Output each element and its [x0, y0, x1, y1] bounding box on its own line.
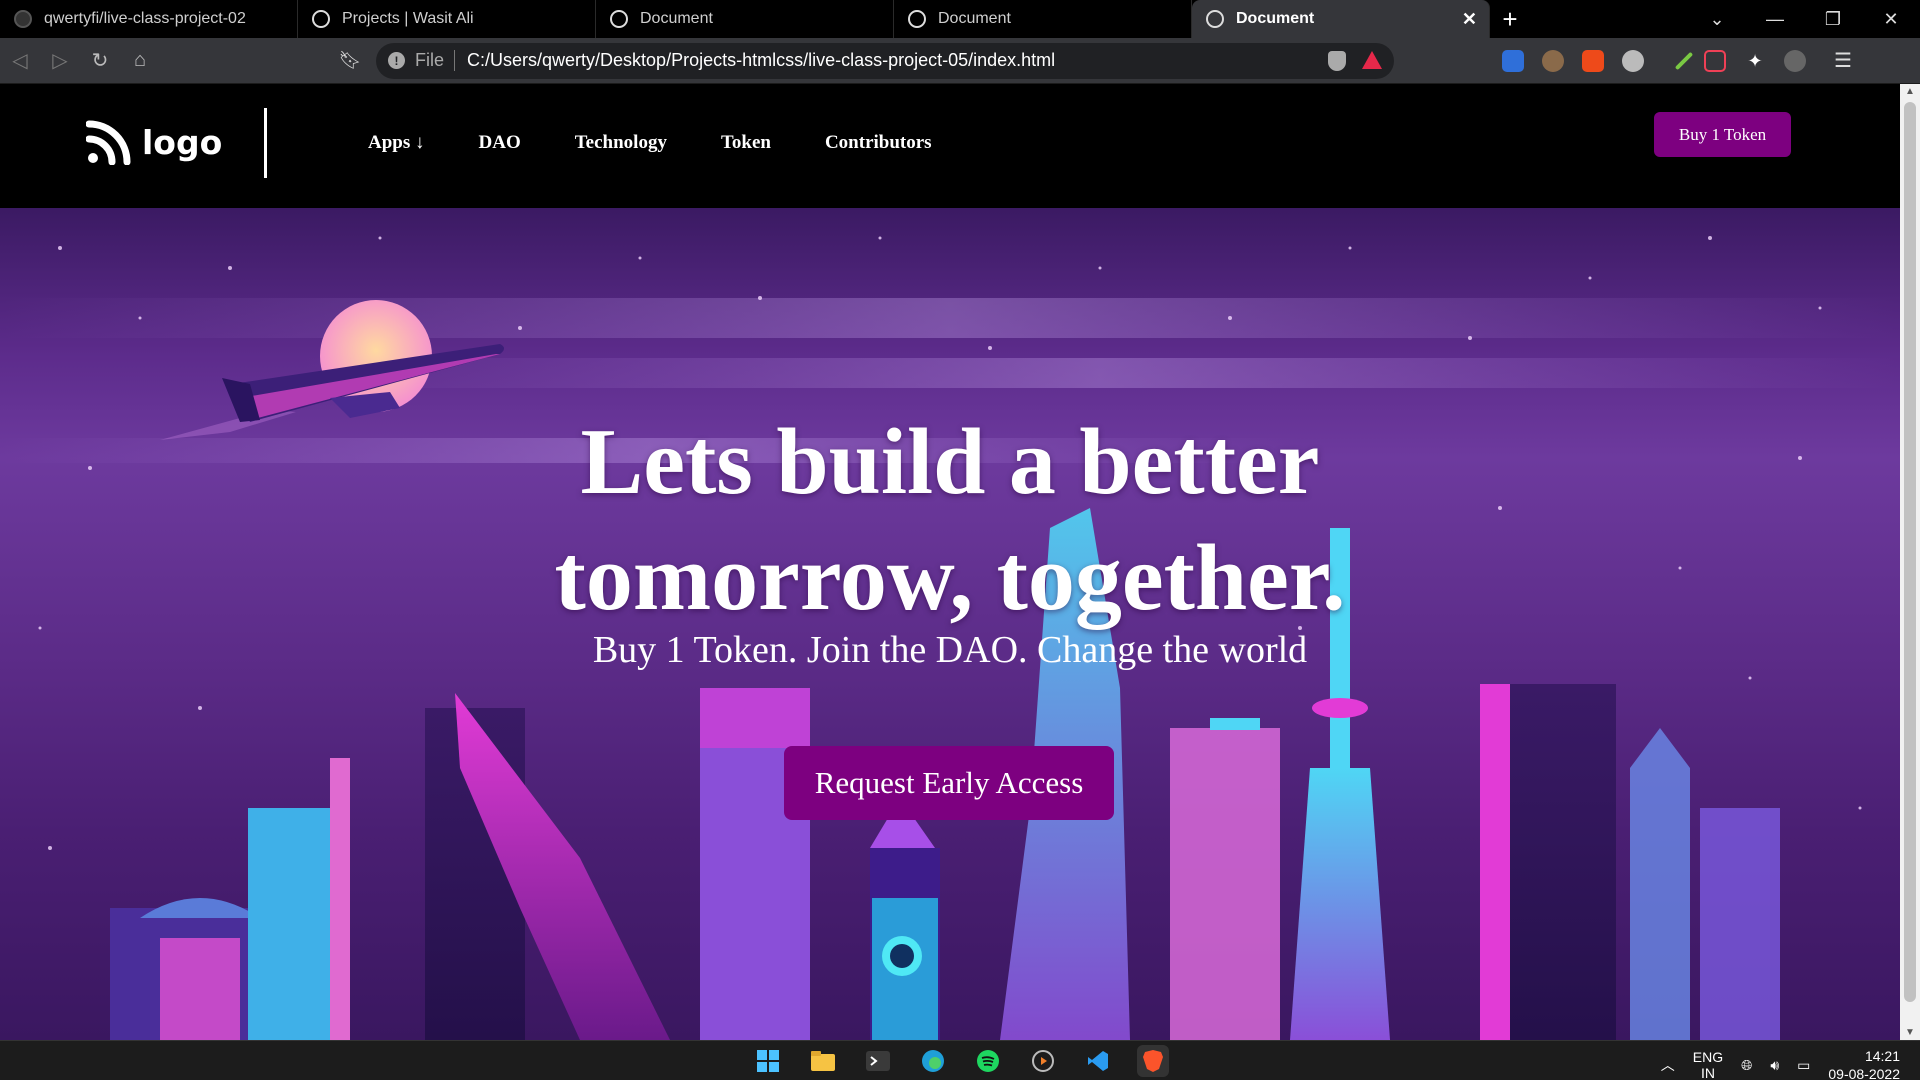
brave-shields-icon[interactable] [1328, 50, 1346, 71]
battery-icon[interactable]: ▭ [1797, 1057, 1810, 1074]
bookmark-icon[interactable]: 🔖︎ [330, 50, 370, 71]
new-tab-button[interactable]: + [1490, 0, 1530, 38]
hero-title: Lets build a better tomorrow, together. [0, 404, 1900, 636]
windows-start-icon[interactable] [752, 1045, 784, 1077]
pocket-icon[interactable] [1704, 49, 1726, 72]
clock-time: 14:21 [1864, 1048, 1900, 1064]
network-icon[interactable]: 🌐︎ [1741, 1057, 1752, 1074]
page-scrollbar[interactable]: ▲ ▼ [1900, 84, 1920, 1040]
back-icon[interactable]: ◁ [0, 48, 40, 73]
terminal-icon[interactable] [862, 1045, 894, 1077]
address-bar[interactable]: ! File C:/Users/qwerty/Desktop/Projects-… [376, 42, 1394, 79]
nav-link-technology[interactable]: Technology [575, 132, 667, 154]
close-window-icon[interactable]: ✕ [1862, 9, 1920, 30]
site-info-icon[interactable]: ! [388, 52, 405, 69]
home-icon[interactable]: ⌂ [120, 49, 160, 72]
request-early-access-button[interactable]: Request Early Access [784, 746, 1114, 820]
brave-browser-icon[interactable] [1137, 1045, 1169, 1077]
browser-tab-strip: qwertyfi/live-class-project-02 Projects … [0, 0, 1920, 38]
media-player-icon[interactable] [1027, 1045, 1059, 1077]
browser-tab[interactable]: qwertyfi/live-class-project-02 [0, 0, 298, 38]
browser-tab[interactable]: Document [894, 0, 1192, 38]
windows-taskbar: ︿ ENG IN 🌐︎ 🔊︎ ▭ 14:21 09-08-2022 [0, 1040, 1920, 1080]
logo-text: logo [142, 122, 223, 162]
extension-icon[interactable] [1582, 49, 1604, 72]
tab-title: Document [938, 10, 1011, 27]
hero-title-line1: Lets build a better [580, 410, 1320, 514]
puzzle-icon[interactable]: ✦ [1744, 49, 1766, 72]
nav-link-token[interactable]: Token [721, 132, 771, 154]
extensions-area: ✦ ☰ [1502, 48, 1852, 73]
forward-icon[interactable]: ▷ [40, 48, 80, 73]
scroll-down-icon[interactable]: ▼ [1900, 1027, 1920, 1038]
nav-divider [264, 108, 267, 178]
nav-link-dao[interactable]: DAO [479, 132, 521, 154]
volume-icon[interactable]: 🔊︎ [1770, 1057, 1779, 1074]
extension-icon[interactable] [1502, 49, 1524, 72]
menu-icon[interactable]: ☰ [1834, 48, 1852, 73]
extension-icon[interactable] [1622, 49, 1644, 72]
reload-icon[interactable]: ↻ [80, 48, 120, 73]
browser-tab[interactable]: Projects | Wasit Ali [298, 0, 596, 38]
globe-icon [1206, 10, 1224, 28]
nav-link-contributors[interactable]: Contributors [825, 132, 932, 154]
logo[interactable]: logo [86, 119, 222, 165]
browser-tab-active[interactable]: Document ✕ [1192, 0, 1490, 38]
hero-subtitle: Buy 1 Token. Join the DAO. Change the wo… [592, 629, 1308, 671]
globe-icon [610, 10, 628, 28]
hero-section: Lets build a better tomorrow, together. … [0, 208, 1900, 1040]
spotify-icon[interactable] [972, 1045, 1004, 1077]
buy-token-button[interactable]: Buy 1 Token [1654, 112, 1791, 157]
tray-overflow-icon[interactable]: ︿ [1661, 1055, 1675, 1075]
restore-icon[interactable]: ❐ [1804, 9, 1862, 30]
region-code: IN [1700, 1065, 1715, 1080]
vscode-icon[interactable] [1082, 1045, 1114, 1077]
tab-title: Document [1236, 10, 1315, 27]
extension-icon[interactable] [1674, 51, 1694, 70]
clock-date: 09-08-2022 [1828, 1066, 1900, 1080]
tab-search-icon[interactable]: ⌄ [1688, 9, 1746, 30]
tab-title: Projects | Wasit Ali [342, 10, 474, 27]
edge-browser-icon[interactable] [917, 1045, 949, 1077]
rss-logo-icon [86, 120, 131, 165]
language-code: ENG [1692, 1049, 1724, 1065]
globe-icon [908, 10, 926, 28]
taskbar-apps [752, 1045, 1169, 1077]
site-header: logo Apps ↓ DAO Technology Token Contrib… [0, 84, 1900, 208]
clock[interactable]: 14:21 09-08-2022 [1828, 1047, 1900, 1080]
brave-rewards-icon[interactable] [1362, 50, 1382, 69]
main-nav: Apps ↓ DAO Technology Token Contributors [368, 132, 932, 154]
globe-icon [312, 10, 330, 28]
scroll-up-icon[interactable]: ▲ [1900, 86, 1920, 97]
close-tab-icon[interactable]: ✕ [1462, 9, 1477, 30]
browser-toolbar: ◁ ▷ ↻ ⌂ 🔖︎ ! File C:/Users/qwerty/Deskto… [0, 38, 1920, 84]
extension-icon[interactable] [1542, 49, 1564, 72]
url-text[interactable]: C:/Users/qwerty/Desktop/Projects-htmlcss… [467, 50, 1055, 71]
url-scheme: File [415, 50, 456, 71]
tab-title: Document [640, 10, 713, 27]
profile-avatar[interactable] [1784, 49, 1806, 72]
scroll-thumb[interactable] [1904, 102, 1916, 1002]
language-indicator[interactable]: ENG IN [1693, 1049, 1723, 1080]
system-tray: ︿ ENG IN 🌐︎ 🔊︎ ▭ 14:21 09-08-2022 [1661, 1047, 1900, 1080]
file-explorer-icon[interactable] [807, 1045, 839, 1077]
nav-link-apps[interactable]: Apps ↓ [368, 132, 425, 154]
tab-title: qwertyfi/live-class-project-02 [44, 10, 246, 27]
window-controls: ⌄ — ❐ ✕ [1688, 0, 1920, 38]
web-page: logo Apps ↓ DAO Technology Token Contrib… [0, 84, 1900, 1040]
minimize-icon[interactable]: — [1746, 9, 1804, 30]
browser-tab[interactable]: Document [596, 0, 894, 38]
github-icon [14, 10, 32, 28]
hero-title-line2: tomorrow, together. [554, 526, 1346, 630]
